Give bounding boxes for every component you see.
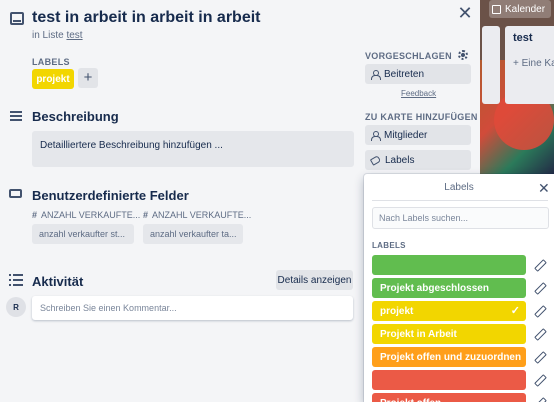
close-icon[interactable]: ✕ [456,4,474,22]
custom-field-label: # ANZAHL VERKAUFTE... [32,210,141,220]
activity-title: Aktivität [32,274,84,289]
label-option[interactable]: Projekt abgeschlossen [372,278,526,298]
labels-popover: Labels ✕ Nach Labels suchen... LABELS Pr… [364,174,554,402]
board-list-test[interactable]: test + Eine Ka [505,26,554,104]
person-icon [371,69,381,80]
close-icon[interactable]: ✕ [538,180,550,197]
label-chip-projekt[interactable]: projekt [32,69,74,89]
calendar-label: Kalender [505,3,546,15]
label-search-input[interactable]: Nach Labels suchen... [372,207,549,229]
show-details-button[interactable]: Details anzeigen [276,270,353,290]
label-option-text: projekt [380,306,414,317]
pencil-icon[interactable] [534,375,544,385]
label-option[interactable]: Projekt offen und zuzuordnen [372,347,526,367]
hash-icon: # [143,210,149,220]
list-link[interactable]: test [66,30,82,41]
tag-icon [369,154,382,166]
calendar-button[interactable]: Kalender [489,0,551,18]
popover-title: Labels [444,182,474,193]
pencil-icon[interactable] [534,260,544,270]
suggested-heading: VORGESCHLAGEN [365,51,452,61]
pencil-icon[interactable] [534,329,544,339]
feedback-link[interactable]: Feedback [401,89,436,98]
add-card-link[interactable]: + Eine Ka [513,58,554,69]
description-input[interactable]: Detailliertere Beschreibung hinzufügen .… [32,131,354,167]
labels-heading: LABELS [32,57,70,67]
card-icon [10,12,24,25]
join-button[interactable]: Beitreten [365,64,471,84]
custom-field-input[interactable]: anzahl verkaufter st... [32,224,134,244]
description-title: Beschreibung [32,109,119,124]
description-icon [10,111,22,121]
gear-icon[interactable] [458,50,468,60]
pencil-icon[interactable] [534,352,544,362]
in-list-prefix: in Liste [32,30,64,41]
label-option[interactable]: Projekt offen [372,393,526,402]
custom-fields-icon [9,189,22,198]
pencil-icon[interactable] [534,283,544,293]
label-option[interactable] [372,370,526,390]
labels-section-heading: LABELS [372,241,406,250]
calendar-icon [492,4,501,14]
add-to-card-heading: ZU KARTE HINZUFÜGEN [365,112,478,122]
labels-button[interactable]: Labels [365,150,471,170]
avatar[interactable]: R [6,297,26,317]
comment-input[interactable]: Schreiben Sie einen Kommentar... [32,296,353,320]
members-button[interactable]: Mitglieder [365,125,471,145]
board-list-partial [482,26,500,104]
card-list-info: in Liste test [32,30,83,41]
custom-fields-title: Benutzerdefinierte Felder [32,188,189,203]
custom-field-label: # ANZAHL VERKAUFTE... [143,210,252,220]
board-list-title: test [513,32,533,44]
person-icon [371,130,381,141]
add-label-button[interactable]: + [78,68,98,88]
pencil-icon[interactable] [534,306,544,316]
custom-field-input[interactable]: anzahl verkaufter ta... [143,224,243,244]
check-icon: ✓ [510,305,520,317]
card-title[interactable]: test in arbeit in arbeit in arbeit [32,9,261,27]
label-option-selected[interactable]: projekt ✓ [372,301,526,321]
activity-icon [9,274,23,286]
label-option[interactable]: Projekt in Arbeit [372,324,526,344]
popover-divider [372,200,548,201]
pencil-icon[interactable] [534,398,544,402]
hash-icon: # [32,210,38,220]
label-option[interactable] [372,255,526,275]
